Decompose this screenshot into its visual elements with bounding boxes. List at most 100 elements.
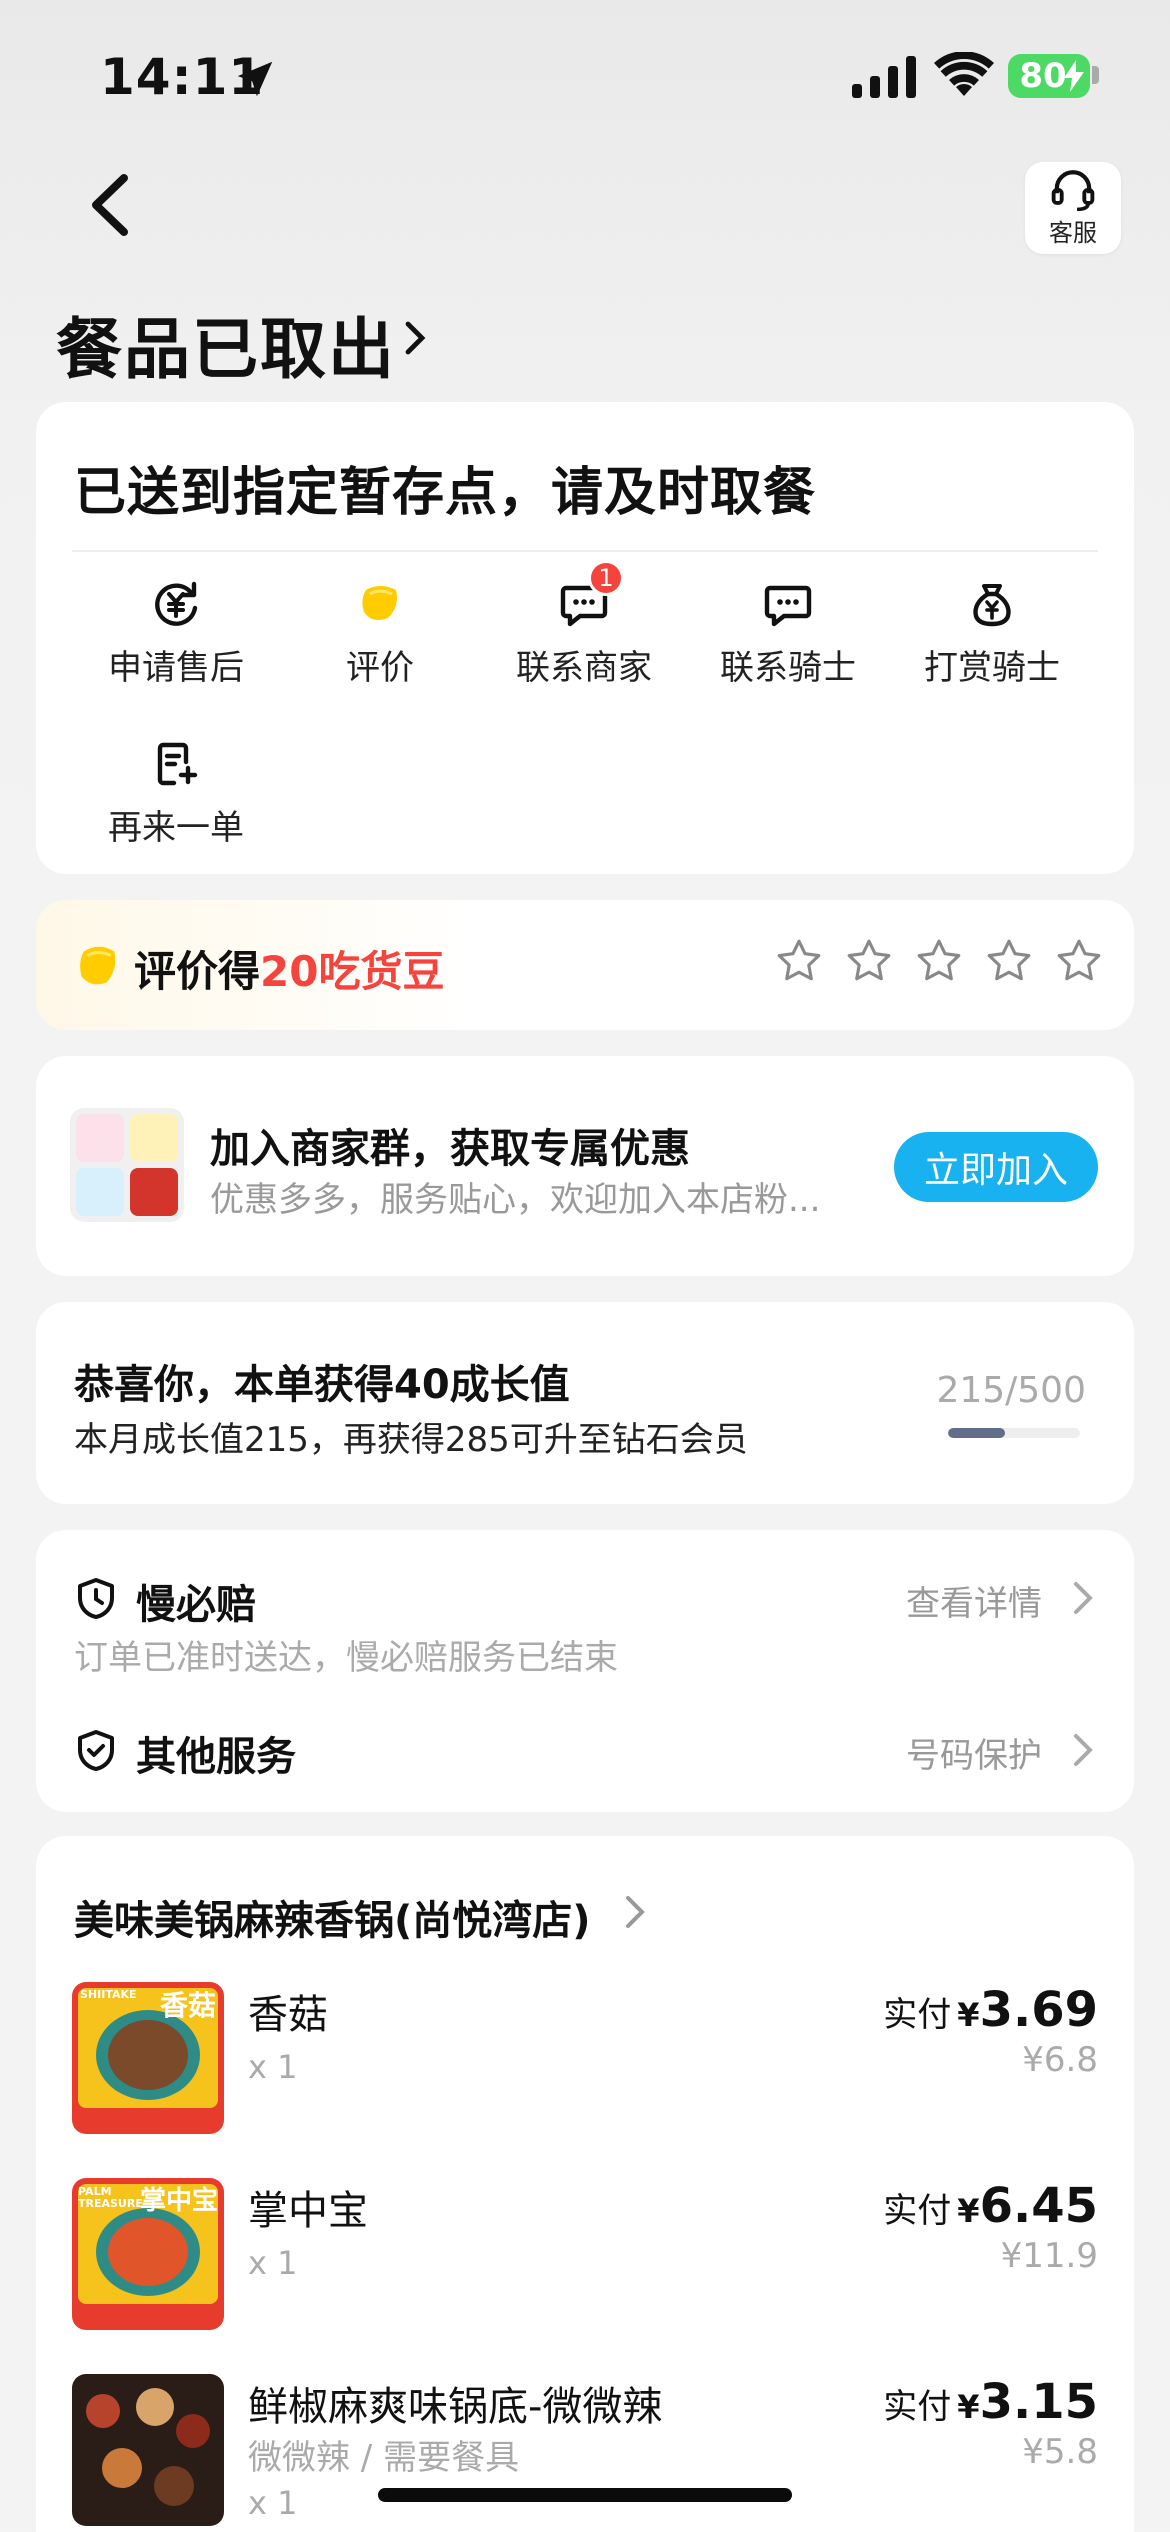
slow-pay-note: 订单已准时送达，慢必赔服务已结束 [74,1638,618,1678]
slow-pay-name: 慢必赔 [136,1582,256,1628]
avatar-tile [130,1168,178,1216]
growth-count: 215/500 [936,1370,1086,1411]
thumb-label-en: PALM TREASURE [78,2185,143,2210]
growth-progress-fill [948,1428,1005,1438]
item-quantity: x 1 [248,2484,298,2522]
item-thumbnail [72,2374,224,2526]
chevron-right-icon[interactable] [402,318,428,358]
currency-symbol: ¥ [957,2192,980,2230]
bean-icon [80,946,116,985]
star-icon[interactable] [1054,936,1104,986]
action-contact-rider[interactable]: 联系骑士 [686,578,890,689]
growth-subtitle: 本月成长值215，再获得285可升至钻石会员 [74,1420,748,1460]
action-reorder[interactable]: 再来一单 [74,738,278,849]
unread-badge: 1 [588,560,624,596]
original-price: ¥6.8 [1022,2040,1098,2080]
paid-amount: 3.15 [979,2374,1098,2430]
clock-shield-icon [78,1578,114,1619]
shop-name[interactable]: 美味美锅麻辣香锅(尚悦湾店) [74,1888,591,1946]
join-group-button[interactable]: 立即加入 [894,1132,1098,1202]
star-icon[interactable] [844,936,894,986]
view-details-link[interactable]: 查看详情 [906,1576,1042,1625]
group-avatar [70,1108,184,1222]
wifi-icon [934,52,994,96]
group-subtitle: 优惠多多，服务贴心，欢迎加入本店粉... [210,1180,821,1220]
page-title[interactable]: 餐品已取出 [56,296,396,392]
bean-icon [362,586,397,620]
item-paid: 实付 ¥6.45 [883,2178,1098,2234]
rating-prefix: 评价得 [134,947,261,996]
order-status-card: 已送到指定暂存点，请及时取餐 申请售后 评价 1 联系商家 联系骑士 打赏骑士 … [36,402,1134,874]
chat-icon [764,585,812,627]
chevron-right-icon [1074,1734,1093,1766]
currency-symbol: ¥ [957,2388,980,2426]
order-item[interactable]: PALM TREASURE 掌中宝 掌中宝 x 1 实付 ¥6.45 ¥11.9 [72,2178,1098,2330]
money-bag-icon [973,584,1011,627]
item-thumbnail: SHIITAKE 香菇 [72,1982,224,2134]
star-icon[interactable] [984,936,1034,986]
location-arrow-icon [237,61,273,97]
action-after-sales[interactable]: 申请售后 [74,578,278,689]
thumb-label-cn: 掌中宝 [139,2186,218,2216]
slow-pay-row[interactable]: 慢必赔 查看详情 [74,1568,1094,1628]
battery-tip [1092,66,1099,84]
item-name: 香菇 [248,1992,328,2038]
reorder-icon [157,742,198,786]
services-card: 慢必赔 查看详情 订单已准时送达，慢必赔服务已结束 其他服务 号码保护 [36,1530,1134,1812]
cellular-signal-icon [852,56,916,98]
action-label: 联系骑士 [720,648,856,688]
item-quantity: x 1 [248,2048,298,2086]
chevron-right-icon [1074,1582,1093,1614]
order-items-card: 美味美锅麻辣香锅(尚悦湾店) SHIITAKE 香菇 香菇 x 1 实付 ¥3.6… [36,1836,1134,2532]
paid-label: 实付 [883,2387,952,2427]
shield-check-icon [78,1730,114,1771]
growth-card[interactable]: 恭喜你，本单获得40成长值 本月成长值215，再获得285可升至钻石会员 215… [36,1302,1134,1504]
original-price: ¥11.9 [1000,2236,1098,2276]
thumb-label-cn: 香菇 [159,1989,216,2022]
action-rate[interactable]: 评价 [278,578,482,689]
service-label: 客服 [1049,218,1097,247]
yuan-refresh-icon [155,581,198,626]
avatar-tile [76,1114,124,1162]
status-message: 已送到指定暂存点，请及时取餐 [74,463,817,523]
order-item[interactable]: SHIITAKE 香菇 香菇 x 1 实付 ¥3.69 ¥6.8 [72,1982,1098,2134]
action-label: 打赏骑士 [924,648,1060,688]
back-button[interactable] [80,170,140,240]
star-icon[interactable] [914,936,964,986]
action-label: 评价 [346,648,414,688]
item-thumbnail: PALM TREASURE 掌中宝 [72,2178,224,2330]
other-services-row[interactable]: 其他服务 号码保护 [74,1720,1094,1780]
battery-level: 80 [1019,56,1067,96]
growth-title: 恭喜你，本单获得40成长值 [74,1362,570,1408]
star-icon[interactable] [774,936,824,986]
item-spec: 微微辣 / 需要餐具 [248,2438,520,2478]
merchant-group-card[interactable]: 加入商家群，获取专属优惠 优惠多多，服务贴心，欢迎加入本店粉... 立即加入 [36,1056,1134,1276]
original-price: ¥5.8 [1022,2432,1098,2472]
star-rating[interactable] [774,936,1104,986]
number-protection-link[interactable]: 号码保护 [906,1728,1042,1777]
action-tip-rider[interactable]: 打赏骑士 [890,578,1094,689]
action-label: 申请售后 [108,648,244,688]
thumb-label-en: SHIITAKE [80,1988,137,2001]
rating-reward-text: 评价得20吃货豆 [134,938,444,999]
action-label: 联系商家 [516,648,652,688]
group-title: 加入商家群，获取专属优惠 [210,1126,690,1172]
order-item[interactable]: 鲜椒麻爽味锅底-微微辣 微微辣 / 需要餐具 x 1 实付 ¥3.15 ¥5.8 [72,2374,1098,2526]
item-paid: 实付 ¥3.15 [883,2374,1098,2430]
customer-service-button[interactable]: 客服 [1025,162,1121,254]
item-name: 掌中宝 [248,2188,368,2234]
battery-indicator: 80 [1008,54,1090,98]
divider [72,550,1098,552]
paid-amount: 6.45 [979,2178,1098,2234]
chevron-right-icon[interactable] [622,1892,646,1932]
paid-amount: 3.69 [979,1982,1098,2038]
avatar-tile [130,1114,178,1162]
item-paid: 实付 ¥3.69 [883,1982,1098,2038]
growth-progress-bar [948,1428,1080,1438]
currency-symbol: ¥ [957,1996,980,2034]
home-indicator[interactable] [378,2488,792,2502]
rating-card[interactable]: 评价得20吃货豆 [36,900,1134,1030]
action-contact-merchant[interactable]: 1 联系商家 [482,560,686,689]
charging-bolt-icon [1064,60,1084,92]
other-services-name: 其他服务 [136,1734,296,1780]
